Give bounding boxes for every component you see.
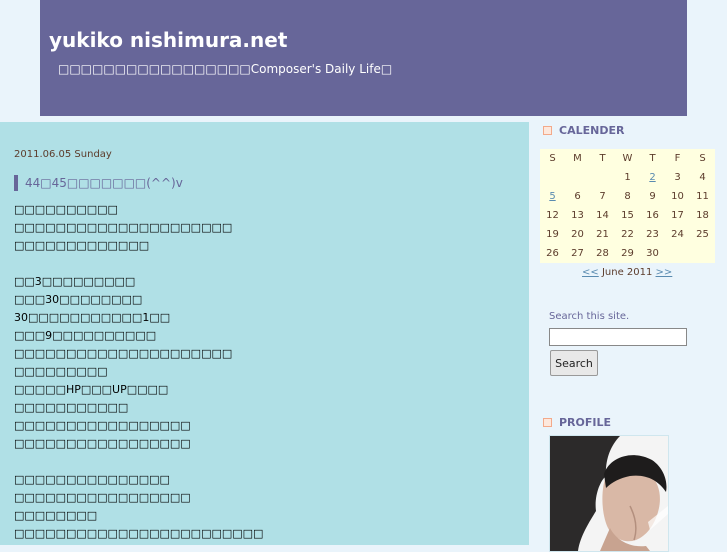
post-line: □□□30□□□□□□□□ [14, 293, 143, 306]
post-line: □□□□□□□□□□□□□□□□□ [14, 491, 191, 504]
site-header: yukiko nishimura.net □□□□□□□□□□□□□□□□□Co… [40, 0, 687, 116]
calendar-week: 12 13 14 15 16 17 18 [540, 206, 715, 225]
calendar-day: 24 [665, 225, 690, 244]
post-line: □□□□□□□□□□ [14, 203, 118, 216]
calendar-prev-link[interactable]: << [582, 267, 599, 278]
post-line: □□□□□□□□□□□□□□□□□ [14, 419, 191, 432]
site-title[interactable]: yukiko nishimura.net [49, 28, 287, 52]
post-line: 30□□□□□□□□□□□1□□ [14, 311, 171, 324]
calendar-nav: << June 2011 >> [582, 267, 672, 278]
calendar-day: 21 [590, 225, 615, 244]
calendar-week: 1234 [540, 168, 715, 187]
heading-square-icon [543, 418, 552, 427]
calendar-week: 5 6 7 8 9 10 11 [540, 187, 715, 206]
search-label: Search this site. [549, 311, 630, 322]
sidebar: CALENDER SMTWTFS 1 2 3 4 5 6 7 8 9 10 11 12 13 14 15 16… [529, 116, 727, 552]
calendar-day: 26 [540, 244, 565, 263]
calendar-empty-cell [665, 244, 690, 263]
calendar-day: 19 [540, 225, 565, 244]
post-line: □□□□□□□□□□□□□□□ [14, 473, 170, 486]
calendar-day: 5 [540, 187, 565, 206]
post-line: □□□9□□□□□□□□□□ [14, 329, 157, 342]
calendar-week: 26 27 28 29 30 [540, 244, 715, 263]
calendar-day: 10 [665, 187, 690, 206]
post-line: □□□□□□□□□□□ [14, 401, 129, 414]
calendar-weekday: F [665, 149, 690, 168]
calendar-weekdays: SMTWTFS [540, 149, 715, 168]
main-content: 2011.06.05 Sunday 44□45□□□□□□□(^^)v □□□□… [0, 122, 529, 545]
calendar-weekday: T [640, 149, 665, 168]
profile-photo [550, 436, 668, 551]
post-line: □□3□□□□□□□□□ [14, 275, 136, 288]
avatar [549, 435, 669, 552]
post-line: □□□□□HP□□□UP□□□□ [14, 383, 169, 396]
site-description: □□□□□□□□□□□□□□□□□Composer's Daily Life□ [58, 62, 393, 76]
calendar-day-link[interactable]: 5 [549, 191, 555, 202]
calendar-weekday: S [690, 149, 715, 168]
calendar-weekday: M [565, 149, 590, 168]
search-button[interactable]: Search [550, 350, 598, 376]
calendar-heading-label: CALENDER [559, 124, 625, 137]
calendar-day-link[interactable]: 2 [649, 172, 655, 183]
post-line: □□□□□□□□□□□□□ [14, 239, 150, 252]
calendar-weekday: W [615, 149, 640, 168]
calendar-day: 20 [565, 225, 590, 244]
post-body: □□□□□□□□□□ □□□□□□□□□□□□□□□□□□□□□ □□□□□□□□□… [14, 201, 519, 543]
search-input[interactable] [549, 328, 687, 346]
profile-heading-label: PROFILE [559, 416, 612, 429]
calendar-day: 30 [640, 244, 665, 263]
post-title[interactable]: 44□45□□□□□□□(^^)v [14, 175, 183, 191]
calendar-week: 19 20 21 22 23 24 25 [540, 225, 715, 244]
calendar-day: 22 [615, 225, 640, 244]
calendar-day: 12 [540, 206, 565, 225]
calendar-day: 13 [565, 206, 590, 225]
calendar: SMTWTFS 1 2 3 4 5 6 7 8 9 10 11 12 13 14 15 16 17 18 19 20 2… [540, 149, 715, 263]
calendar-day: 14 [590, 206, 615, 225]
calendar-weekday: T [590, 149, 615, 168]
calendar-day: 27 [565, 244, 590, 263]
calendar-day: 23 [640, 225, 665, 244]
calendar-day: 11 [690, 187, 715, 206]
calendar-empty-cell [690, 244, 715, 263]
calendar-day: 15 [615, 206, 640, 225]
calendar-day: 9 [640, 187, 665, 206]
calendar-weekday: S [540, 149, 565, 168]
post-line: □□□□□□□□□ [14, 365, 108, 378]
profile-heading: PROFILE [543, 416, 611, 429]
calendar-empty-cell [540, 168, 565, 187]
calendar-day: 3 [665, 168, 690, 187]
calendar-day: 1 [615, 168, 640, 187]
post-line: □□□□□□□□□□□□□□□□□□□□□□□□ [14, 527, 264, 540]
heading-square-icon [543, 126, 552, 135]
post-line: □□□□□□□□ [14, 509, 98, 522]
calendar-day: 7 [590, 187, 615, 206]
post-line: □□□□□□□□□□□□□□□□□□□□□ [14, 347, 233, 360]
calendar-day: 2 [640, 168, 665, 187]
calendar-month: June 2011 [601, 267, 653, 278]
calendar-day: 29 [615, 244, 640, 263]
calendar-day: 17 [665, 206, 690, 225]
post-line: □□□□□□□□□□□□□□□□□ [14, 437, 191, 450]
calendar-day: 28 [590, 244, 615, 263]
calendar-day: 18 [690, 206, 715, 225]
calendar-day: 6 [565, 187, 590, 206]
calendar-heading: CALENDER [543, 124, 624, 137]
calendar-day: 8 [615, 187, 640, 206]
calendar-day: 4 [690, 168, 715, 187]
calendar-next-link[interactable]: >> [656, 267, 673, 278]
post-line: □□□□□□□□□□□□□□□□□□□□□ [14, 221, 233, 234]
calendar-empty-cell [590, 168, 615, 187]
calendar-empty-cell [565, 168, 590, 187]
calendar-day: 16 [640, 206, 665, 225]
calendar-day: 25 [690, 225, 715, 244]
post-date: 2011.06.05 Sunday [14, 149, 112, 160]
